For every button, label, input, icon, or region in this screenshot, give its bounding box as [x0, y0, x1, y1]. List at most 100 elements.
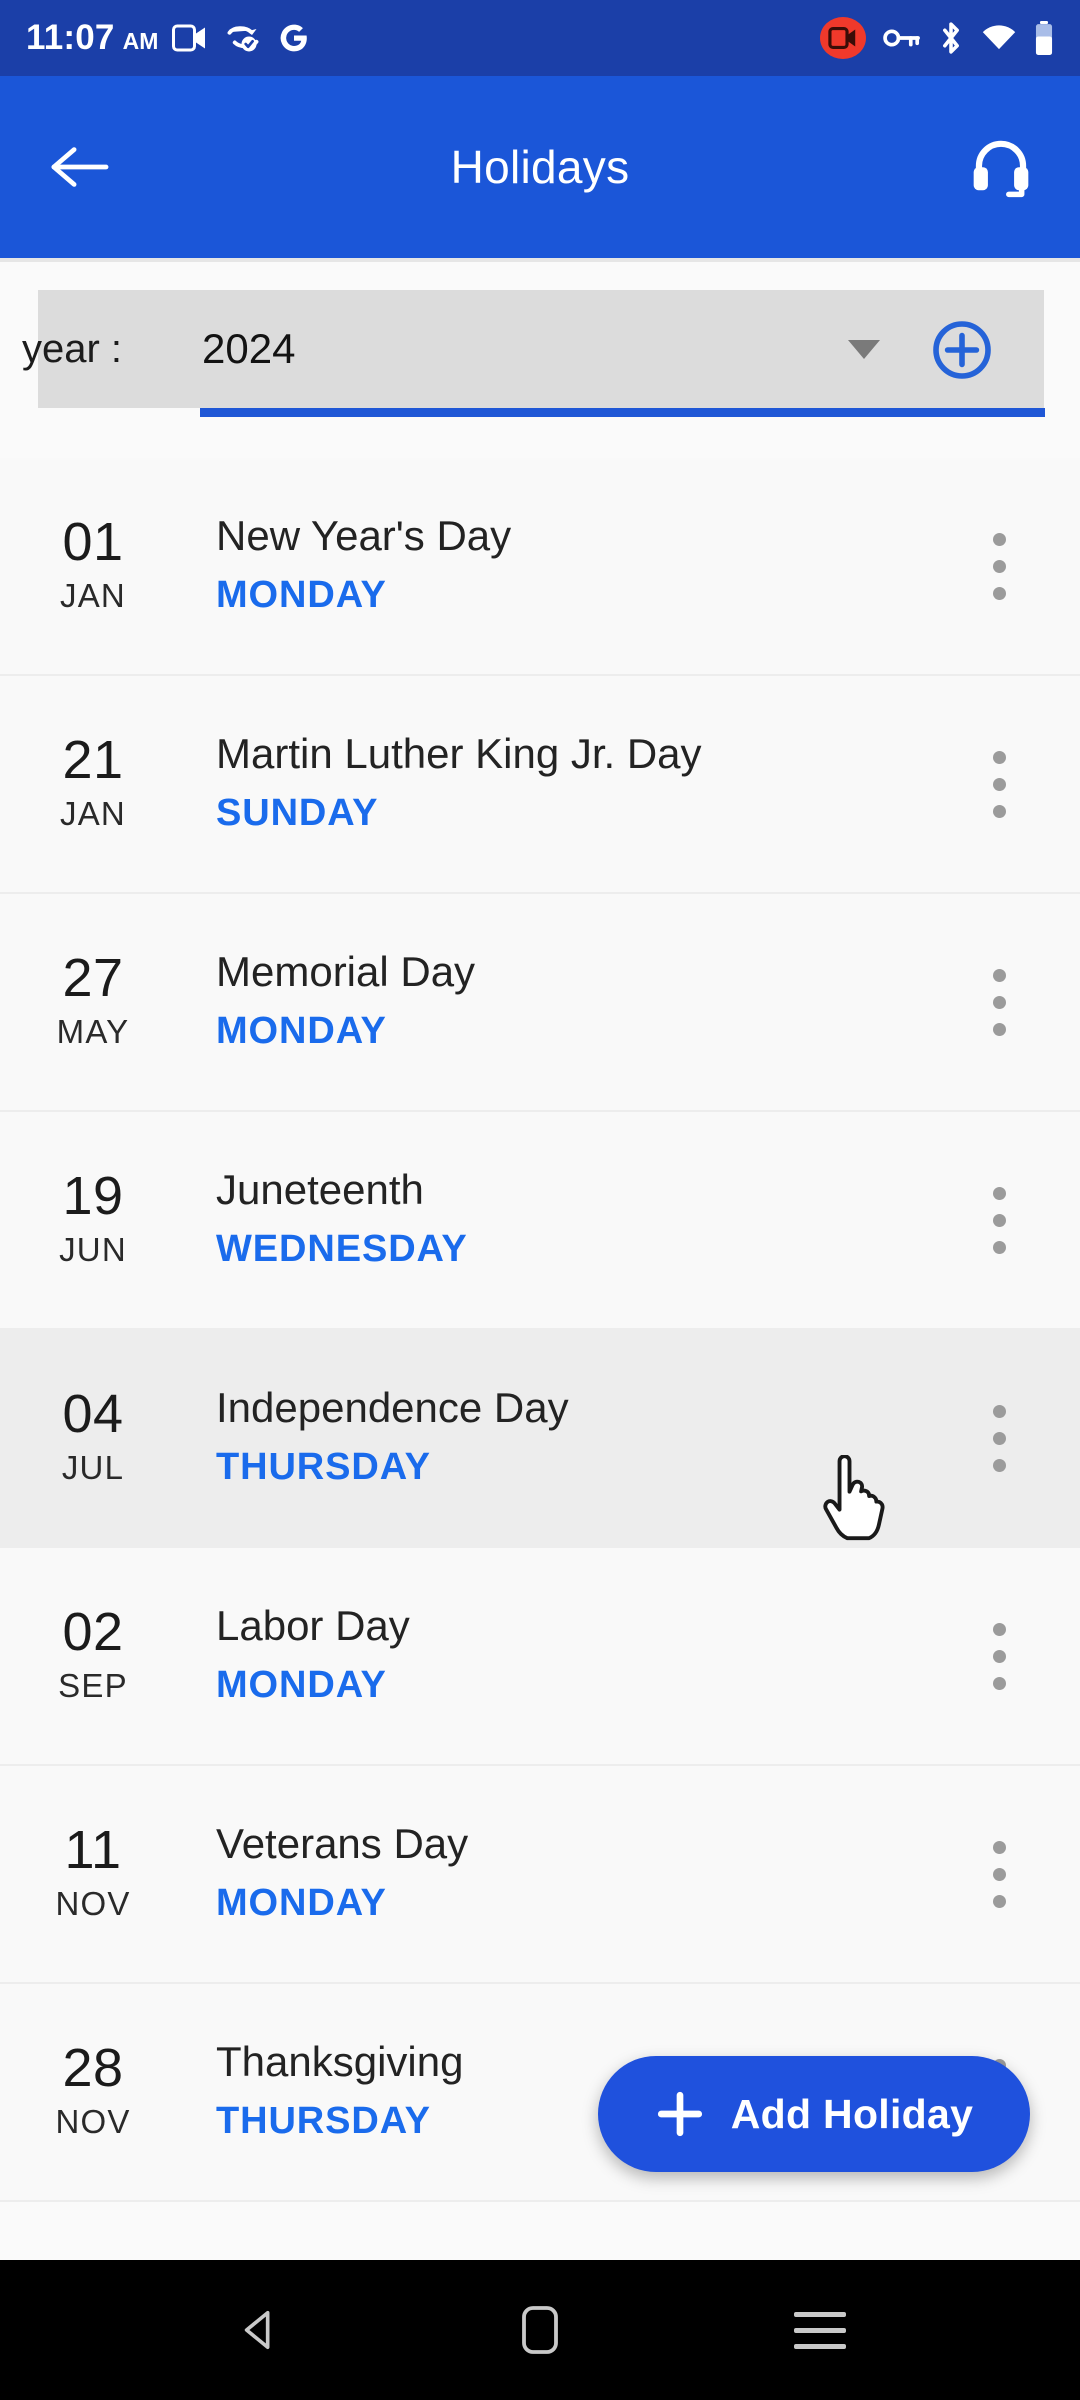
status-ampm: AM [122, 28, 159, 54]
row-overflow-menu-button[interactable] [944, 1596, 1054, 1716]
recents-line [794, 2311, 846, 2317]
status-notification-icons [172, 22, 310, 54]
row-date: 21 JAN [0, 730, 172, 838]
holiday-name: Memorial Day [216, 948, 476, 996]
recents-lines-icon [794, 2311, 846, 2349]
row-day: 27 [62, 947, 124, 1008]
add-holiday-button[interactable]: Add Holiday [598, 2056, 1030, 2172]
row-date: 04 JUL [0, 1384, 172, 1492]
kebab-dot [992, 1404, 1006, 1418]
row-date: 27 MAY [0, 948, 172, 1056]
row-info: Memorial Day MONDAY [172, 945, 944, 1059]
vpn-key-icon [883, 29, 920, 47]
row-day: 04 [62, 1383, 124, 1444]
row-month: SEP [58, 1667, 128, 1705]
holiday-name: New Year's Day [216, 512, 512, 560]
chevron-down-icon[interactable] [848, 339, 880, 359]
back-triangle-icon [244, 2310, 270, 2350]
kebab-dot [992, 532, 1006, 546]
year-field-underline [200, 408, 1045, 417]
plus-icon [657, 2091, 702, 2137]
row-day: 28 [62, 2037, 124, 2098]
row-overflow-menu-button[interactable] [944, 506, 1054, 626]
year-label: year : [22, 326, 123, 371]
kebab-dot [992, 1867, 1006, 1881]
nav-back-button[interactable] [205, 2275, 315, 2385]
row-day: 19 [62, 1165, 124, 1226]
row-month: JAN [60, 577, 126, 615]
row-day: 11 [64, 1819, 122, 1880]
row-day: 02 [62, 1601, 124, 1662]
holiday-weekday: WEDNESDAY [216, 1227, 468, 1270]
android-nav-bar [0, 2260, 1080, 2400]
kebab-dot [992, 968, 1006, 982]
kebab-dot [992, 1022, 1006, 1036]
row-date: 01 JAN [0, 512, 172, 620]
kebab-dot [992, 1213, 1006, 1227]
holiday-name: Independence Day [216, 1384, 569, 1432]
kebab-dot [992, 804, 1006, 818]
year-dropdown[interactable]: year : 2024 [22, 290, 1044, 408]
row-overflow-menu-button[interactable] [944, 942, 1054, 1062]
kebab-dot [992, 1240, 1006, 1254]
row-day: 01 [62, 511, 124, 572]
video-camera-icon [172, 24, 206, 52]
row-info: Martin Luther King Jr. Day SUNDAY [172, 727, 944, 841]
row-date: 19 JUN [0, 1166, 172, 1274]
row-overflow-menu-button[interactable] [944, 1160, 1054, 1280]
row-overflow-menu-button[interactable] [944, 1378, 1054, 1498]
kebab-dot [992, 750, 1006, 764]
table-row[interactable]: 04 JUL Independence Day THURSDAY [0, 1330, 1080, 1548]
row-overflow-menu-button[interactable] [944, 1814, 1054, 1934]
row-month: JUN [59, 1231, 127, 1269]
row-info: Juneteenth WEDNESDAY [172, 1163, 944, 1277]
holiday-weekday: MONDAY [216, 573, 387, 616]
holiday-name: Martin Luther King Jr. Day [216, 730, 702, 778]
add-year-button[interactable] [932, 320, 992, 380]
table-row[interactable]: 01 JAN New Year's Day MONDAY [0, 458, 1080, 676]
holiday-weekday: SUNDAY [216, 791, 379, 834]
kebab-dot [992, 1676, 1006, 1690]
table-row[interactable]: 19 JUN Juneteenth WEDNESDAY [0, 1112, 1080, 1330]
kebab-dot [992, 1458, 1006, 1472]
sync-check-icon [227, 26, 259, 52]
table-row[interactable]: 27 MAY Memorial Day MONDAY [0, 894, 1080, 1112]
kebab-dot [992, 1622, 1006, 1636]
status-bar: 11:07 AM [0, 0, 1080, 76]
holiday-weekday: MONDAY [216, 1881, 387, 1924]
kebab-dot [992, 777, 1006, 791]
row-info: Labor Day MONDAY [172, 1599, 944, 1713]
row-month: MAY [56, 1013, 130, 1051]
table-row[interactable]: 02 SEP Labor Day MONDAY [0, 1548, 1080, 1766]
holiday-name: Labor Day [216, 1602, 410, 1650]
year-value: 2024 [202, 325, 296, 372]
nav-home-button[interactable] [485, 2275, 595, 2385]
recents-line [794, 2343, 846, 2349]
back-button[interactable] [42, 130, 116, 204]
row-month: NOV [55, 2103, 131, 2141]
table-row[interactable]: 11 NOV Veterans Day MONDAY [0, 1766, 1080, 1984]
kebab-dot [992, 1186, 1006, 1200]
kebab-dot [992, 1840, 1006, 1854]
row-overflow-menu-button[interactable] [944, 724, 1054, 844]
recents-line [794, 2327, 846, 2333]
kebab-dot [992, 995, 1006, 1009]
nav-recents-button[interactable] [765, 2275, 875, 2385]
headset-icon [973, 140, 1029, 198]
kebab-dot [992, 1431, 1006, 1445]
row-date: 28 NOV [0, 2038, 172, 2146]
app-bar: Holidays [0, 76, 1080, 258]
bluetooth-icon [943, 22, 959, 54]
holiday-weekday: MONDAY [216, 1663, 387, 1706]
add-circle-icon [933, 321, 991, 379]
holiday-weekday: MONDAY [216, 1009, 387, 1052]
row-month: JUL [61, 1449, 125, 1487]
status-bar-left: 11:07 AM [26, 18, 158, 58]
status-time: 11:07 [26, 18, 115, 57]
back-arrow-icon [51, 147, 109, 187]
support-button[interactable] [964, 130, 1038, 204]
add-holiday-label: Add Holiday [730, 2090, 974, 2137]
holiday-weekday: THURSDAY [216, 1445, 431, 1488]
row-date: 11 NOV [0, 1820, 172, 1928]
table-row[interactable]: 21 JAN Martin Luther King Jr. Day SUNDAY [0, 676, 1080, 894]
